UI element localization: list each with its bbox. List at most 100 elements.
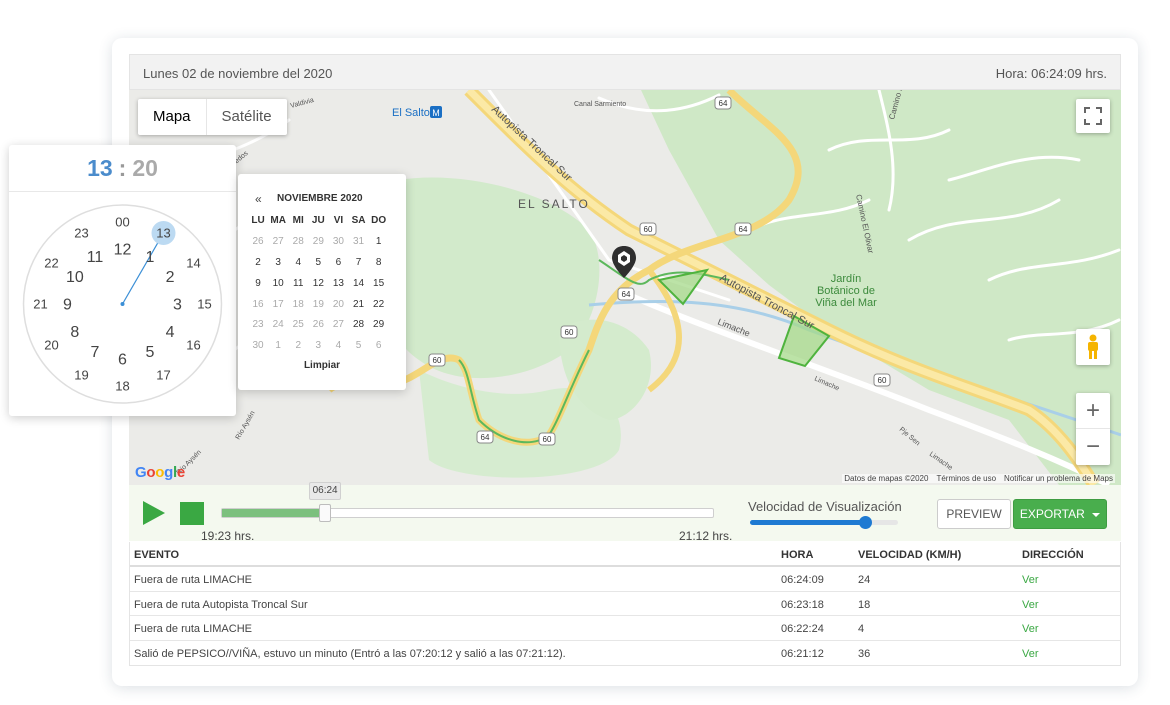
zoom-in-button[interactable]: + (1076, 393, 1110, 429)
col-velocidad[interactable]: VELOCIDAD (KM/H) (858, 549, 961, 561)
calendar-day[interactable]: 11 (288, 274, 308, 295)
calendar-day[interactable]: 2 (248, 253, 268, 274)
clock-hour-option[interactable]: 22 (44, 256, 58, 271)
view-direction-link[interactable]: Ver (1022, 623, 1039, 635)
clock-hour-option[interactable]: 19 (74, 368, 88, 383)
calendar-day[interactable]: 9 (248, 274, 268, 295)
clock-hour-option[interactable]: 14 (186, 256, 200, 271)
calendar-day[interactable]: 28 (348, 315, 368, 336)
clock-hour-option[interactable]: 6 (118, 352, 127, 369)
preview-button[interactable]: PREVIEW (937, 499, 1011, 529)
calendar-day[interactable]: 12 (308, 274, 328, 295)
clock-hour-option[interactable]: 5 (146, 344, 155, 361)
clock-hour-option[interactable]: 4 (166, 324, 175, 341)
calendar-day[interactable]: 5 (348, 336, 368, 357)
clock-hour-option[interactable]: 16 (186, 338, 200, 353)
col-direccion[interactable]: DIRECCIÓN (1022, 549, 1084, 561)
calendar-day[interactable]: 4 (288, 253, 308, 274)
clock-hour-option[interactable]: 17 (156, 368, 170, 383)
minute-display[interactable]: 20 (132, 155, 158, 181)
calendar-day[interactable]: 29 (369, 315, 389, 336)
map-type-map[interactable]: Mapa (138, 99, 207, 135)
calendar-day[interactable]: 16 (248, 295, 268, 316)
calendar-day[interactable]: 30 (328, 232, 348, 253)
view-direction-link[interactable]: Ver (1022, 599, 1039, 611)
calendar-day[interactable]: 26 (308, 315, 328, 336)
calendar-day[interactable]: 25 (288, 315, 308, 336)
calendar-day[interactable]: 18 (288, 295, 308, 316)
calendar-day[interactable]: 1 (369, 232, 389, 253)
clock-hour-option[interactable]: 20 (44, 338, 58, 353)
speed-handle[interactable] (859, 516, 873, 529)
zoom-out-button[interactable]: − (1076, 429, 1110, 465)
calendar-day[interactable]: 1 (268, 336, 288, 357)
clock-hour-option[interactable]: 7 (91, 344, 100, 361)
clock-hour-option[interactable]: 15 (197, 297, 211, 312)
clock-hour-option[interactable]: 2 (166, 269, 175, 286)
play-button[interactable] (143, 501, 165, 525)
calendar-day[interactable]: 6 (369, 336, 389, 357)
prev-month-button[interactable]: « (255, 192, 262, 206)
timeline-handle[interactable] (319, 504, 332, 522)
stop-button[interactable] (180, 502, 204, 525)
calendar-day[interactable]: 31 (348, 232, 368, 253)
col-hora[interactable]: HORA (781, 549, 813, 561)
street-view-button[interactable] (1076, 329, 1110, 365)
calendar-day[interactable]: 15 (369, 274, 389, 295)
calendar-day[interactable]: 24 (268, 315, 288, 336)
table-row[interactable]: Fuera de ruta LIMACHE 06:24:09 24 Ver (130, 567, 1120, 592)
clock-hour-option[interactable]: 21 (33, 297, 47, 312)
calendar-day[interactable]: 3 (268, 253, 288, 274)
view-direction-link[interactable]: Ver (1022, 648, 1039, 660)
clock-hour-option[interactable]: 9 (63, 297, 72, 314)
calendar-day[interactable]: 3 (308, 336, 328, 357)
google-logo: Google (135, 464, 185, 481)
clock-hour-option[interactable]: 18 (115, 379, 129, 394)
calendar-day[interactable]: 5 (308, 253, 328, 274)
map-type-satellite[interactable]: Satélite (207, 99, 287, 135)
clock-hour-option[interactable]: 3 (173, 297, 182, 314)
calendar-day[interactable]: 23 (248, 315, 268, 336)
calendar-day[interactable]: 27 (328, 315, 348, 336)
view-direction-link[interactable]: Ver (1022, 574, 1039, 586)
clock-hour-option[interactable]: 12 (114, 242, 132, 259)
table-row[interactable]: Salió de PEPSICO//VIÑA, estuvo un minuto… (130, 641, 1120, 666)
clock-hour-option[interactable]: 00 (115, 215, 129, 230)
clear-button[interactable]: Limpiar (238, 360, 406, 371)
calendar-day[interactable]: 8 (369, 253, 389, 274)
clock-hour-option[interactable]: 11 (87, 249, 104, 266)
hour-display[interactable]: 13 (87, 155, 113, 181)
calendar-day[interactable]: 10 (268, 274, 288, 295)
calendar-day[interactable]: 28 (288, 232, 308, 253)
fullscreen-button[interactable] (1076, 99, 1110, 133)
calendar-day[interactable]: 20 (328, 295, 348, 316)
terms-link[interactable]: Términos de uso (936, 474, 996, 483)
clock-hour-option[interactable]: 13 (156, 226, 170, 241)
calendar-day[interactable]: 27 (268, 232, 288, 253)
calendar-day[interactable]: 6 (328, 253, 348, 274)
calendar-day[interactable]: 26 (248, 232, 268, 253)
calendar-day[interactable]: 7 (348, 253, 368, 274)
calendar-day[interactable]: 4 (328, 336, 348, 357)
calendar-day[interactable]: 19 (308, 295, 328, 316)
calendar-day[interactable]: 17 (268, 295, 288, 316)
calendar-day[interactable]: 29 (308, 232, 328, 253)
table-row[interactable]: Fuera de ruta Autopista Troncal Sur 06:2… (130, 592, 1120, 616)
table-row[interactable]: Fuera de ruta LIMACHE 06:22:24 4 Ver (130, 616, 1120, 641)
calendar-day[interactable]: 30 (248, 336, 268, 357)
calendar-day[interactable]: 21 (348, 295, 368, 316)
calendar-day[interactable]: 14 (348, 274, 368, 295)
calendar-day[interactable]: 13 (328, 274, 348, 295)
col-evento[interactable]: EVENTO (134, 549, 179, 561)
clock-hour-option[interactable]: 1 (146, 249, 155, 266)
speed-slider[interactable] (750, 516, 898, 529)
clock-hour-option[interactable]: 23 (74, 226, 88, 241)
export-button[interactable]: EXPORTAR (1013, 499, 1107, 529)
clock-hour-option[interactable]: 10 (66, 269, 84, 286)
report-problem-link[interactable]: Notificar un problema de Maps (1004, 474, 1113, 483)
clock-hour-option[interactable]: 8 (70, 324, 79, 341)
calendar-day[interactable]: 2 (288, 336, 308, 357)
timeline-slider[interactable]: 06:24 (221, 482, 714, 522)
calendar-day[interactable]: 22 (369, 295, 389, 316)
clock-face[interactable]: 00131415161718192021222312 1234567891011 (9, 192, 236, 416)
